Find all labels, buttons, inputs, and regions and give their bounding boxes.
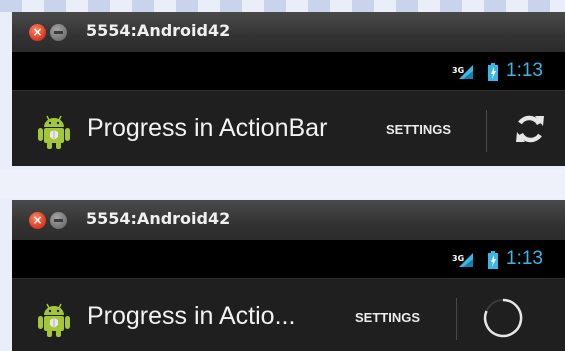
- background-gap: [0, 170, 565, 198]
- background-pattern: [0, 0, 565, 12]
- action-divider: [486, 110, 487, 152]
- settings-menu-item[interactable]: SETTINGS: [386, 122, 451, 137]
- emulator-window-1: × 5554:Android42 3G 1:13 Progress in Act…: [12, 12, 565, 166]
- signal-strength-icon: [459, 253, 473, 267]
- battery-icon: [488, 251, 498, 269]
- android-status-bar: 3G 1:13: [12, 240, 565, 278]
- close-window-button[interactable]: ×: [29, 212, 46, 229]
- battery-icon: [488, 63, 498, 81]
- action-bar: Progress in ActionBar SETTINGS: [12, 90, 565, 166]
- minimize-icon: [54, 219, 63, 222]
- minimize-window-button[interactable]: [50, 212, 67, 229]
- action-divider: [456, 298, 457, 340]
- settings-menu-item[interactable]: SETTINGS: [355, 310, 420, 325]
- refresh-icon[interactable]: [512, 111, 548, 147]
- minimize-window-button[interactable]: [50, 24, 67, 41]
- android-status-bar: 3G 1:13: [12, 52, 565, 90]
- close-icon: ×: [32, 213, 43, 227]
- close-icon: ×: [32, 25, 43, 39]
- status-clock: 1:13: [506, 60, 543, 81]
- android-app-icon[interactable]: [36, 113, 72, 149]
- status-clock: 1:13: [506, 248, 543, 269]
- signal-strength-icon: [459, 65, 473, 79]
- action-bar-title: Progress in ActionBar: [87, 114, 328, 142]
- android-app-icon[interactable]: [36, 301, 72, 337]
- close-window-button[interactable]: ×: [29, 24, 46, 41]
- window-title: 5554:Android42: [86, 209, 231, 228]
- window-title: 5554:Android42: [86, 21, 231, 40]
- action-bar-title: Progress in Actio...: [87, 302, 296, 330]
- minimize-icon: [54, 31, 63, 34]
- emulator-window-2: × 5554:Android42 3G 1:13 Progress in Act…: [12, 200, 565, 351]
- action-bar: Progress in Actio... SETTINGS: [12, 278, 565, 351]
- window-titlebar[interactable]: × 5554:Android42: [12, 200, 565, 240]
- progress-spinner: [483, 298, 523, 338]
- window-titlebar[interactable]: × 5554:Android42: [12, 12, 565, 52]
